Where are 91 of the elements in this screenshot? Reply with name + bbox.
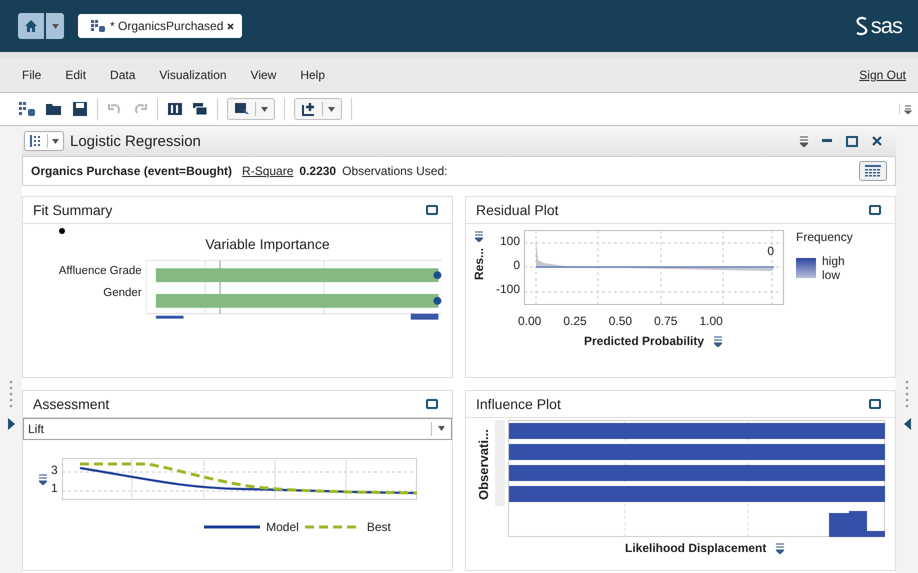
- tick-label: 0.75: [654, 314, 678, 328]
- maximize-icon[interactable]: [846, 136, 858, 146]
- expand-icon[interactable]: [8, 418, 14, 430]
- chart-title: Variable Importance: [204, 236, 331, 252]
- caret-icon: [328, 106, 335, 112]
- dropdown-button[interactable]: [46, 13, 64, 39]
- chart-type-select[interactable]: Lift: [23, 418, 452, 440]
- menu-item[interactable]: Edit: [53, 68, 98, 82]
- axis-title: Res...: [472, 248, 486, 280]
- add-icon: [301, 102, 317, 116]
- home-icon: [24, 19, 38, 33]
- tick-label: 1.00: [699, 314, 723, 328]
- filter-icon[interactable]: [776, 542, 784, 554]
- grid-icon: [29, 134, 43, 148]
- filter-icon[interactable]: [475, 230, 483, 242]
- menu-item[interactable]: Data: [98, 68, 148, 82]
- menu-item[interactable]: Visualization: [147, 68, 239, 82]
- bullet-icon: [59, 228, 65, 234]
- tick-label: 0: [512, 258, 520, 272]
- histogram-bar: [410, 314, 438, 320]
- add-object-button[interactable]: [294, 98, 342, 120]
- pointer-icon: [234, 102, 250, 116]
- axis-label: Gender: [102, 287, 142, 299]
- tick-label: 0.00: [518, 314, 542, 328]
- tick-label: 100: [498, 234, 520, 248]
- tab-label: * OrganicsPurchased: [110, 19, 224, 33]
- maximize-icon[interactable]: [869, 205, 881, 215]
- tick-label: -100: [494, 282, 520, 296]
- filter-icon[interactable]: [800, 135, 808, 147]
- axis-title: Predicted Probability: [584, 334, 704, 348]
- tick-label: 1: [51, 480, 58, 494]
- caret-icon: [261, 106, 268, 112]
- caret-icon: [438, 426, 445, 431]
- axis-title: Likelihood Displacement: [625, 540, 766, 554]
- close-icon[interactable]: [872, 136, 882, 146]
- filter-icon[interactable]: [39, 472, 47, 484]
- collapse-icon[interactable]: [904, 418, 910, 430]
- grid-icon: [90, 19, 106, 33]
- logo-text: sas: [870, 13, 902, 39]
- r-square-value: 0.2230: [299, 164, 336, 178]
- legend-label: low: [822, 268, 842, 282]
- filter-icon[interactable]: [714, 335, 722, 347]
- document-tab[interactable]: * OrganicsPurchased: [78, 14, 242, 38]
- object-menu-button[interactable]: [24, 131, 64, 151]
- histogram-bar: [829, 512, 849, 536]
- close-icon[interactable]: [227, 22, 234, 30]
- legend-title: Frequency: [796, 230, 853, 244]
- menu-item[interactable]: Help: [288, 68, 338, 82]
- panel-title: Residual Plot: [476, 202, 558, 218]
- marker-dot: [433, 271, 441, 280]
- folder-icon[interactable]: [45, 101, 63, 117]
- data-label: 0: [767, 244, 774, 258]
- panel-title: Assessment: [33, 396, 110, 412]
- tick-label: 0.25: [563, 314, 587, 328]
- legend-label: Best: [366, 520, 391, 534]
- select-tool-button[interactable]: [227, 98, 275, 120]
- menu-item[interactable]: View: [238, 68, 288, 82]
- menu-item[interactable]: File: [10, 68, 54, 82]
- maximize-icon[interactable]: [869, 398, 881, 408]
- histogram-bar: [156, 316, 184, 319]
- maximize-icon[interactable]: [426, 205, 438, 215]
- legend-label: high: [822, 254, 845, 268]
- maximize-icon[interactable]: [426, 398, 438, 408]
- data-icon[interactable]: [18, 101, 36, 117]
- caret-icon: [52, 138, 59, 144]
- legend-label: Model: [266, 520, 299, 534]
- table-icon: [865, 165, 881, 177]
- object-title: Logistic Regression: [70, 132, 201, 150]
- grip-icon[interactable]: [9, 380, 13, 410]
- layers-icon[interactable]: [192, 101, 208, 117]
- panel-title: Fit Summary: [33, 202, 112, 218]
- logo-icon: [854, 16, 870, 36]
- home-button[interactable]: [18, 13, 44, 39]
- tick-label: 3: [51, 462, 58, 476]
- grip-icon[interactable]: [905, 380, 909, 410]
- caret-icon: [52, 24, 58, 28]
- columns-icon[interactable]: [167, 101, 183, 117]
- panel-title: Influence Plot: [476, 396, 561, 412]
- gradient-swatch: [796, 258, 816, 278]
- marker-dot: [433, 296, 441, 305]
- r-square-link[interactable]: R-Square: [242, 164, 294, 178]
- sign-out-link[interactable]: Sign Out: [859, 68, 908, 82]
- axis-label: Affluence Grade: [58, 265, 142, 277]
- tick-label: 0.50: [608, 314, 632, 328]
- minimize-icon[interactable]: [822, 139, 832, 143]
- observations-label: Observations Used:: [342, 164, 448, 178]
- save-icon[interactable]: [72, 101, 88, 117]
- axis-title: Observati...: [476, 428, 491, 500]
- details-button[interactable]: [859, 161, 887, 181]
- more-icon[interactable]: [899, 104, 912, 114]
- response-label: Organics Purchase (event=Bought): [31, 164, 232, 178]
